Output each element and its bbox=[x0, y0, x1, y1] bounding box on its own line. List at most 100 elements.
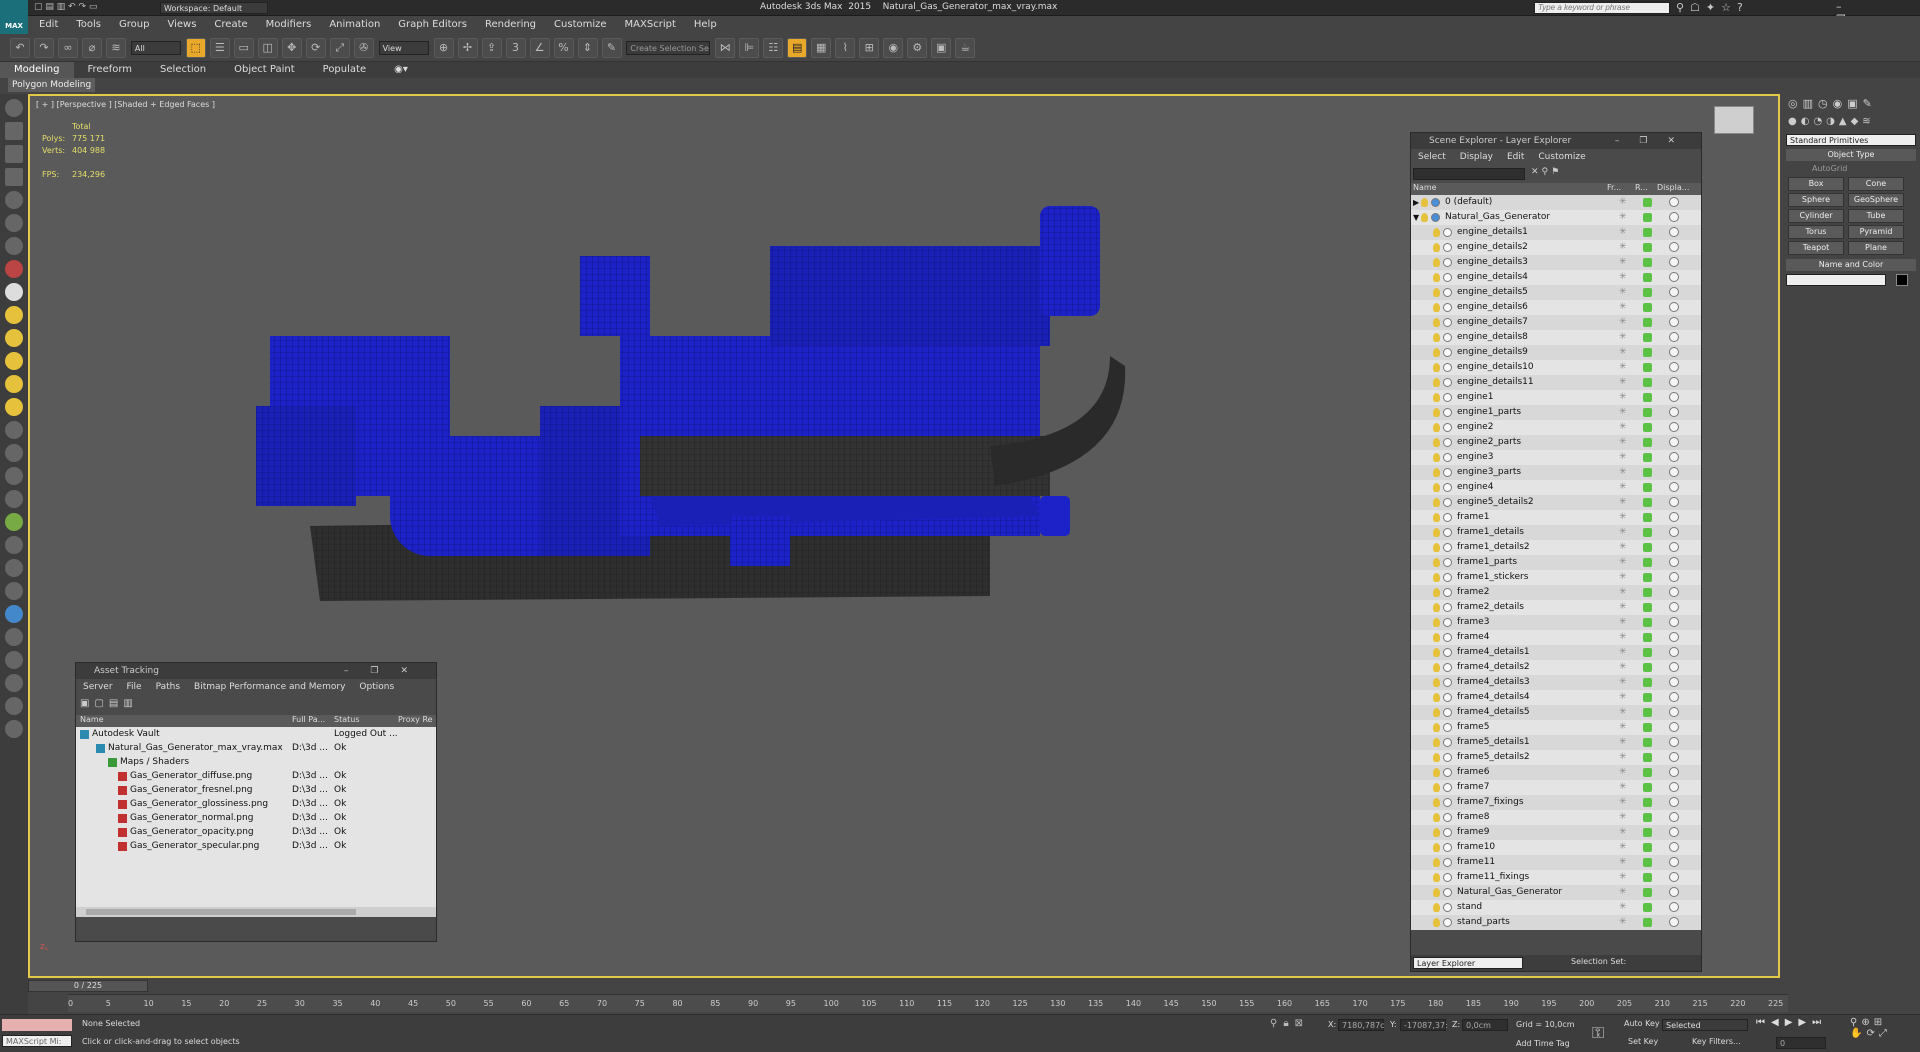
asset-row[interactable]: Gas_Generator_normal.png D:\3d ... Ok bbox=[76, 811, 436, 825]
freeze-icon[interactable]: ✳ bbox=[1619, 780, 1627, 795]
scale-icon[interactable]: ⤢ bbox=[329, 38, 350, 58]
render-icon[interactable] bbox=[1643, 348, 1652, 357]
tool-icon[interactable] bbox=[5, 145, 23, 163]
set-key-button[interactable]: Set Key bbox=[1628, 1037, 1658, 1046]
layer-visibility-icon[interactable] bbox=[1433, 273, 1440, 282]
layer-row[interactable]: frame11_fixings ✳ bbox=[1411, 870, 1701, 885]
tool-icon[interactable] bbox=[5, 260, 23, 278]
asset-row[interactable]: Gas_Generator_fresnel.png D:\3d ... Ok bbox=[76, 783, 436, 797]
tool-icon[interactable] bbox=[5, 168, 23, 186]
tab-selection[interactable]: Selection bbox=[146, 62, 220, 78]
freeze-icon[interactable]: ✳ bbox=[1619, 300, 1627, 315]
layer-row[interactable]: engine_details6 ✳ bbox=[1411, 300, 1701, 315]
freeze-icon[interactable]: ✳ bbox=[1619, 720, 1627, 735]
render-icon[interactable] bbox=[1643, 243, 1652, 252]
layer-visibility-icon[interactable] bbox=[1433, 288, 1440, 297]
display-icon[interactable] bbox=[1669, 482, 1679, 492]
freeze-icon[interactable]: ✳ bbox=[1619, 465, 1627, 480]
freeze-icon[interactable]: ✳ bbox=[1619, 570, 1627, 585]
layer-visibility-icon[interactable] bbox=[1433, 363, 1440, 372]
reference-coordinate-dropdown[interactable]: View bbox=[378, 41, 429, 55]
freeze-icon[interactable]: ✳ bbox=[1619, 330, 1627, 345]
layer-visibility-icon[interactable] bbox=[1433, 753, 1440, 762]
layer-visibility-icon[interactable] bbox=[1433, 453, 1440, 462]
render-icon[interactable] bbox=[1643, 333, 1652, 342]
asset-toolbar[interactable]: ▣▢▤▥ bbox=[76, 695, 436, 715]
auto-key-button[interactable]: Auto Key bbox=[1624, 1019, 1660, 1028]
display-icon[interactable] bbox=[1669, 812, 1679, 822]
freeze-icon[interactable]: ✳ bbox=[1619, 555, 1627, 570]
cone-button[interactable]: Cone bbox=[1848, 177, 1904, 191]
at-col-path[interactable]: Full Pa... bbox=[292, 715, 325, 724]
layer-visibility-icon[interactable] bbox=[1433, 528, 1440, 537]
render-icon[interactable] bbox=[1643, 678, 1652, 687]
display-icon[interactable] bbox=[1669, 437, 1679, 447]
angle-snap-icon[interactable]: ∠ bbox=[529, 38, 550, 58]
layer-row[interactable]: Natural_Gas_Generator ✳ bbox=[1411, 885, 1701, 900]
render-icon[interactable] bbox=[1643, 603, 1652, 612]
layer-row[interactable]: frame1_details2 ✳ bbox=[1411, 540, 1701, 555]
tool-icon[interactable] bbox=[5, 697, 23, 715]
tool-icon[interactable] bbox=[5, 191, 23, 209]
freeze-icon[interactable]: ✳ bbox=[1619, 255, 1627, 270]
asset-row[interactable]: Maps / Shaders bbox=[76, 755, 436, 769]
menu-tools[interactable]: Tools bbox=[67, 16, 110, 34]
render-icon[interactable] bbox=[1643, 588, 1652, 597]
display-icon[interactable] bbox=[1669, 722, 1679, 732]
render-icon[interactable] bbox=[1643, 453, 1652, 462]
layer-row[interactable]: engine_details3 ✳ bbox=[1411, 255, 1701, 270]
render-icon[interactable] bbox=[1643, 648, 1652, 657]
tool-icon[interactable] bbox=[5, 329, 23, 347]
freeze-icon[interactable]: ✳ bbox=[1619, 615, 1627, 630]
layer-visibility-icon[interactable] bbox=[1433, 903, 1440, 912]
freeze-icon[interactable]: ✳ bbox=[1619, 525, 1627, 540]
layer-row[interactable]: frame4_details4 ✳ bbox=[1411, 690, 1701, 705]
display-icon[interactable] bbox=[1669, 332, 1679, 342]
tool-icon[interactable] bbox=[5, 421, 23, 439]
layer-row[interactable]: frame7 ✳ bbox=[1411, 780, 1701, 795]
display-icon[interactable] bbox=[1669, 707, 1679, 717]
render-icon[interactable] bbox=[1643, 903, 1652, 912]
layer-row[interactable]: engine_details4 ✳ bbox=[1411, 270, 1701, 285]
layer-row[interactable]: frame1_stickers ✳ bbox=[1411, 570, 1701, 585]
render-icon[interactable] bbox=[1643, 858, 1652, 867]
layer-row[interactable]: frame1 ✳ bbox=[1411, 510, 1701, 525]
freeze-icon[interactable]: ✳ bbox=[1619, 915, 1627, 930]
layer-row[interactable]: engine2_parts ✳ bbox=[1411, 435, 1701, 450]
display-icon[interactable] bbox=[1669, 467, 1679, 477]
render-icon[interactable] bbox=[1643, 888, 1652, 897]
asset-row[interactable]: Gas_Generator_specular.png D:\3d ... Ok bbox=[76, 839, 436, 853]
layer-visibility-icon[interactable] bbox=[1433, 678, 1440, 687]
layer-visibility-icon[interactable] bbox=[1433, 438, 1440, 447]
layer-visibility-icon[interactable] bbox=[1421, 198, 1428, 207]
render-icon[interactable] bbox=[1643, 813, 1652, 822]
move-icon[interactable]: ✥ bbox=[281, 38, 302, 58]
display-icon[interactable] bbox=[1669, 542, 1679, 552]
tool-icon[interactable] bbox=[5, 99, 23, 117]
display-icon[interactable] bbox=[1669, 287, 1679, 297]
layer-row[interactable]: frame2 ✳ bbox=[1411, 585, 1701, 600]
display-icon[interactable] bbox=[1669, 647, 1679, 657]
at-col-status[interactable]: Status bbox=[334, 715, 360, 724]
render-icon[interactable] bbox=[1643, 468, 1652, 477]
layer-row[interactable]: stand_parts ✳ bbox=[1411, 915, 1701, 930]
ribbon-polygon-modeling[interactable]: Polygon Modeling bbox=[8, 78, 96, 92]
material-editor-icon[interactable]: ◉ bbox=[883, 38, 904, 58]
expand-arrow-icon[interactable]: ▼ bbox=[1413, 210, 1419, 225]
layer-visibility-icon[interactable] bbox=[1433, 408, 1440, 417]
menu-group[interactable]: Group bbox=[110, 16, 158, 34]
autogrid-checkbox[interactable]: AutoGrid bbox=[1782, 164, 1920, 176]
layer-visibility-icon[interactable] bbox=[1433, 498, 1440, 507]
named-selection-set-dropdown[interactable]: Create Selection Se bbox=[626, 41, 711, 55]
y-coordinate[interactable]: -17087,37: bbox=[1400, 1019, 1448, 1031]
display-icon[interactable] bbox=[1669, 377, 1679, 387]
layer-row[interactable]: frame4 ✳ bbox=[1411, 630, 1701, 645]
display-icon[interactable] bbox=[1669, 752, 1679, 762]
scene-search-input[interactable] bbox=[1413, 168, 1525, 180]
render-icon[interactable] bbox=[1643, 768, 1652, 777]
freeze-icon[interactable]: ✳ bbox=[1619, 315, 1627, 330]
tool-icon[interactable] bbox=[5, 628, 23, 646]
object-type-rollout[interactable]: Object Type bbox=[1786, 149, 1916, 161]
freeze-icon[interactable]: ✳ bbox=[1619, 660, 1627, 675]
tab-object-paint[interactable]: Object Paint bbox=[220, 62, 309, 78]
